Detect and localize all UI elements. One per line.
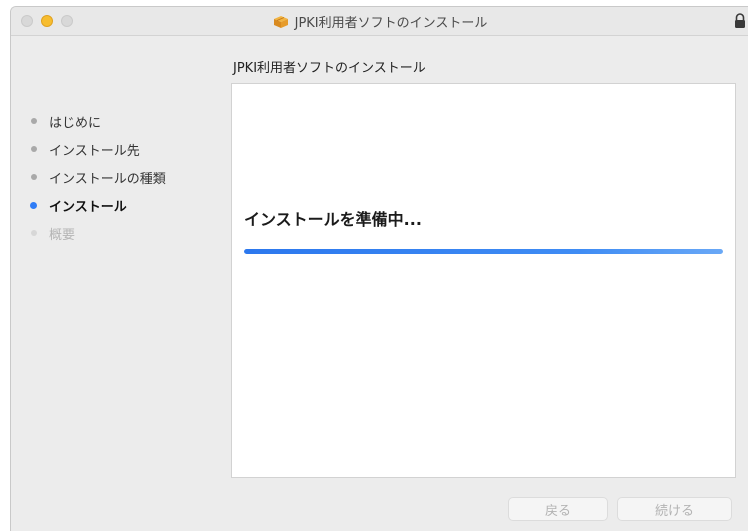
step-label: インストール先 (49, 143, 140, 159)
step-label: 概要 (49, 227, 76, 243)
back-button[interactable]: 戻る (508, 497, 608, 521)
window-title-group: JPKI利用者ソフトのインストール (11, 7, 748, 35)
install-status-text: インストールを準備中... (244, 210, 422, 229)
step-destination: インストール先 (29, 135, 229, 163)
lock-icon (733, 13, 747, 29)
title-bar[interactable]: JPKI利用者ソフトのインストール (11, 7, 748, 36)
step-active-bullet-icon (30, 201, 37, 209)
step-summary: 概要 (29, 219, 229, 247)
step-bullet-icon (31, 230, 37, 236)
package-icon (273, 14, 289, 28)
step-bullet-icon (31, 174, 37, 180)
step-label: インストール (49, 199, 127, 215)
window-title: JPKI利用者ソフトのインストール (294, 15, 488, 31)
step-label: インストールの種類 (49, 171, 166, 187)
step-introduction: はじめに (29, 107, 229, 135)
steps-sidebar: はじめに インストール先 インストールの種類 インストール 概要 (29, 107, 229, 247)
progress-bar (244, 249, 723, 254)
step-installation-type: インストールの種類 (29, 163, 229, 191)
step-label: はじめに (49, 115, 102, 131)
installer-window: JPKI利用者ソフトのインストール JPKI利用者ソフトのインストール はじめに… (10, 6, 748, 531)
step-bullet-icon (31, 118, 37, 124)
progress-bar-fill (244, 249, 723, 254)
step-bullet-icon (31, 146, 37, 152)
content-panel: インストールを準備中... (231, 83, 736, 478)
installer-heading: JPKI利用者ソフトのインストール (233, 61, 426, 76)
continue-button[interactable]: 続ける (617, 497, 732, 521)
step-installation: インストール (29, 191, 229, 219)
